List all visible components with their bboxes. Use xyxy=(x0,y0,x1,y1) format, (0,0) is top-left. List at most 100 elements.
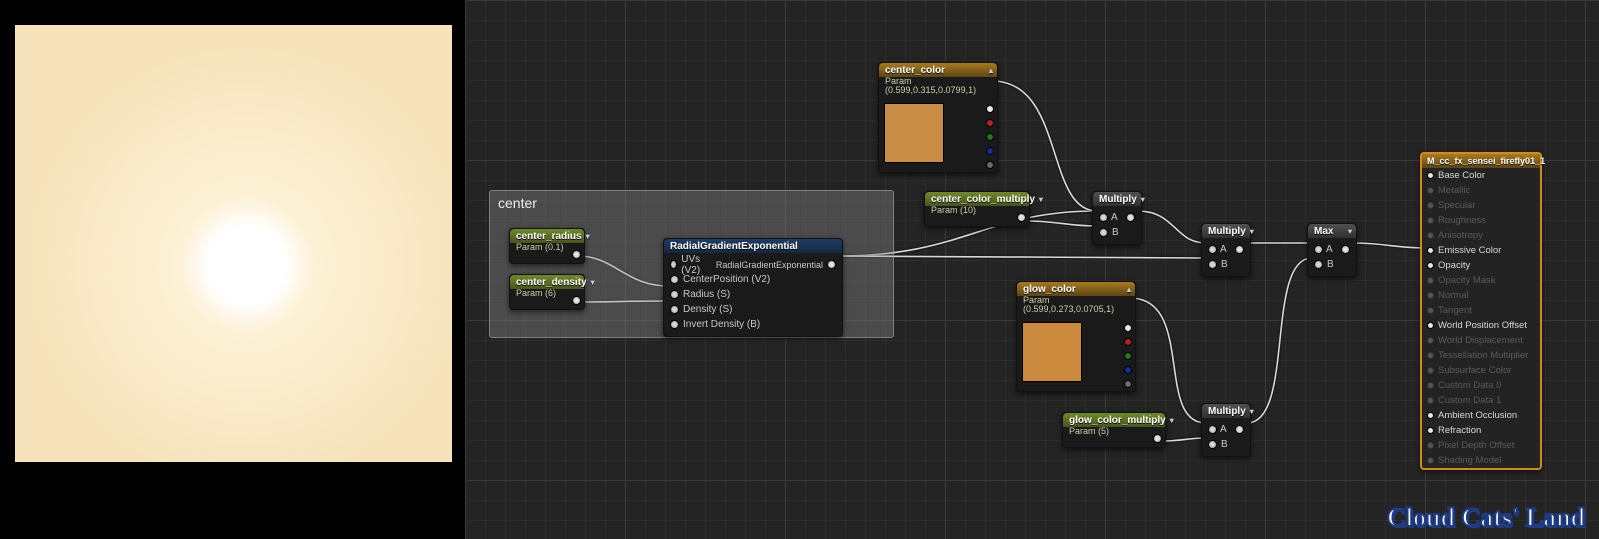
node-title: center_color xyxy=(885,65,945,76)
pin-dot[interactable] xyxy=(1427,262,1434,269)
node-glow-color-multiply[interactable]: glow_color_multiply ▾ Param (5) xyxy=(1062,412,1166,448)
pin-label: Specular xyxy=(1438,200,1476,211)
output-pin[interactable] xyxy=(1153,434,1162,443)
node-center-radius[interactable]: center_radius ▾ Param (0.1) xyxy=(509,228,585,264)
pin-dot xyxy=(1427,307,1434,314)
input-pin-invert-density[interactable] xyxy=(670,320,679,329)
color-swatch xyxy=(1022,322,1082,382)
material-pin-custom-data-1: Custom Data 1 xyxy=(1422,393,1540,408)
material-pin-base-color[interactable]: Base Color xyxy=(1422,168,1540,183)
node-multiply-3[interactable]: Multiply ▾ A B xyxy=(1201,403,1251,457)
chevron-down-icon: ▾ xyxy=(1348,227,1352,236)
material-pin-custom-data-0: Custom Data 0 xyxy=(1422,378,1540,393)
material-pin-roughness: Roughness xyxy=(1422,213,1540,228)
input-pin-b[interactable] xyxy=(1208,260,1217,269)
material-pin-world-position-offset[interactable]: World Position Offset xyxy=(1422,318,1540,333)
pin-label: A xyxy=(1220,244,1227,255)
material-pin-metallic: Metallic xyxy=(1422,183,1540,198)
output-pin-r[interactable] xyxy=(986,119,994,127)
pin-label: Invert Density (B) xyxy=(683,319,760,330)
output-pin-a[interactable] xyxy=(1124,380,1132,388)
node-center-color[interactable]: center_color ▴ Param (0.599,0.315,0.0799… xyxy=(878,62,998,173)
output-pin-b[interactable] xyxy=(986,147,994,155)
pin-label: A xyxy=(1111,212,1118,223)
node-title: Max xyxy=(1314,226,1333,237)
chevron-up-icon: ▴ xyxy=(1127,285,1131,294)
material-pin-tangent: Tangent xyxy=(1422,303,1540,318)
pin-label: Opacity xyxy=(1438,260,1470,271)
pin-dot xyxy=(1427,232,1434,239)
output-pin-b[interactable] xyxy=(1124,366,1132,374)
pin-dot[interactable] xyxy=(1427,247,1434,254)
output-pin-rgba[interactable] xyxy=(1124,324,1132,332)
node-param: Param (10) xyxy=(925,206,1029,218)
material-pin-opacity[interactable]: Opacity xyxy=(1422,258,1540,273)
pin-label: Refraction xyxy=(1438,425,1481,436)
output-pin-rgba[interactable] xyxy=(986,105,994,113)
pin-label: A xyxy=(1326,244,1333,255)
pin-dot[interactable] xyxy=(1427,427,1434,434)
node-param: Param (0.599,0.273,0.0705,1) xyxy=(1017,296,1135,317)
chevron-down-icon: ▾ xyxy=(591,278,595,287)
output-pin[interactable] xyxy=(827,260,836,269)
input-pin-centerposition[interactable] xyxy=(670,275,679,284)
color-swatch xyxy=(884,103,944,163)
output-pin-a[interactable] xyxy=(986,161,994,169)
pin-label: B xyxy=(1221,259,1228,270)
node-title: center_color_multiply xyxy=(931,194,1035,205)
material-pin-refraction[interactable]: Refraction xyxy=(1422,423,1540,438)
pin-label: B xyxy=(1327,259,1334,270)
output-pin-g[interactable] xyxy=(986,133,994,141)
material-pin-ambient-occlusion[interactable]: Ambient Occlusion xyxy=(1422,408,1540,423)
output-pin[interactable] xyxy=(1235,245,1244,254)
node-material-output[interactable]: M_cc_fx_sensei_firefly01_1 Base ColorMet… xyxy=(1420,152,1542,470)
pin-dot[interactable] xyxy=(1427,322,1434,329)
pin-label: Density (S) xyxy=(683,304,732,315)
input-pin-density[interactable] xyxy=(670,305,679,314)
output-pin[interactable] xyxy=(1126,213,1135,222)
input-pin-b[interactable] xyxy=(1099,228,1108,237)
input-pin-a[interactable] xyxy=(1314,245,1323,254)
output-pin[interactable] xyxy=(572,296,581,305)
node-multiply-1[interactable]: Multiply ▾ A B xyxy=(1092,191,1142,245)
output-pin[interactable] xyxy=(1341,245,1350,254)
pin-label: Radius (S) xyxy=(683,289,730,300)
input-pin-b[interactable] xyxy=(1314,260,1323,269)
node-title: Multiply xyxy=(1099,194,1137,205)
input-pin-a[interactable] xyxy=(1208,245,1217,254)
chevron-down-icon: ▾ xyxy=(586,232,590,241)
input-pin-a[interactable] xyxy=(1099,213,1108,222)
material-pin-shading-model: Shading Model xyxy=(1422,453,1540,468)
pin-label: Ambient Occlusion xyxy=(1438,410,1517,421)
output-pin[interactable] xyxy=(1235,425,1244,434)
output-pin-g[interactable] xyxy=(1124,352,1132,360)
pin-dot xyxy=(1427,352,1434,359)
node-param: Param (0.599,0.315,0.0799,1) xyxy=(879,77,997,98)
node-multiply-2[interactable]: Multiply ▾ A B xyxy=(1201,223,1251,277)
pin-dot xyxy=(1427,337,1434,344)
output-pin[interactable] xyxy=(1017,213,1026,222)
pin-dot[interactable] xyxy=(1427,172,1434,179)
input-pin-a[interactable] xyxy=(1208,425,1217,434)
node-center-color-multiply[interactable]: center_color_multiply ▾ Param (10) xyxy=(924,191,1030,227)
pin-dot xyxy=(1427,382,1434,389)
material-pin-emissive-color[interactable]: Emissive Color xyxy=(1422,243,1540,258)
preview-panel xyxy=(0,0,465,539)
input-pin-b[interactable] xyxy=(1208,440,1217,449)
output-pin[interactable] xyxy=(572,250,581,259)
output-pin-r[interactable] xyxy=(1124,338,1132,346)
node-max[interactable]: Max ▾ A B xyxy=(1307,223,1357,277)
node-center-density[interactable]: center_density ▾ Param (6) xyxy=(509,274,585,310)
input-pin-uvs[interactable] xyxy=(670,260,677,269)
material-pin-subsurface-color: Subsurface Color xyxy=(1422,363,1540,378)
pin-dot xyxy=(1427,397,1434,404)
node-param: Param (5) xyxy=(1063,427,1165,439)
node-title: RadialGradientExponential xyxy=(670,241,798,252)
pin-label: Anisotropy xyxy=(1438,230,1483,241)
material-graph[interactable]: center center_radius ▾ Param (0.1) cente… xyxy=(465,0,1599,539)
pin-dot[interactable] xyxy=(1427,412,1434,419)
node-glow-color[interactable]: glow_color ▴ Param (0.599,0.273,0.0705,1… xyxy=(1016,281,1136,392)
pin-label: Emissive Color xyxy=(1438,245,1501,256)
node-radial-gradient-exponential[interactable]: RadialGradientExponential UVs (V2) Radia… xyxy=(663,238,843,337)
input-pin-radius[interactable] xyxy=(670,290,679,299)
